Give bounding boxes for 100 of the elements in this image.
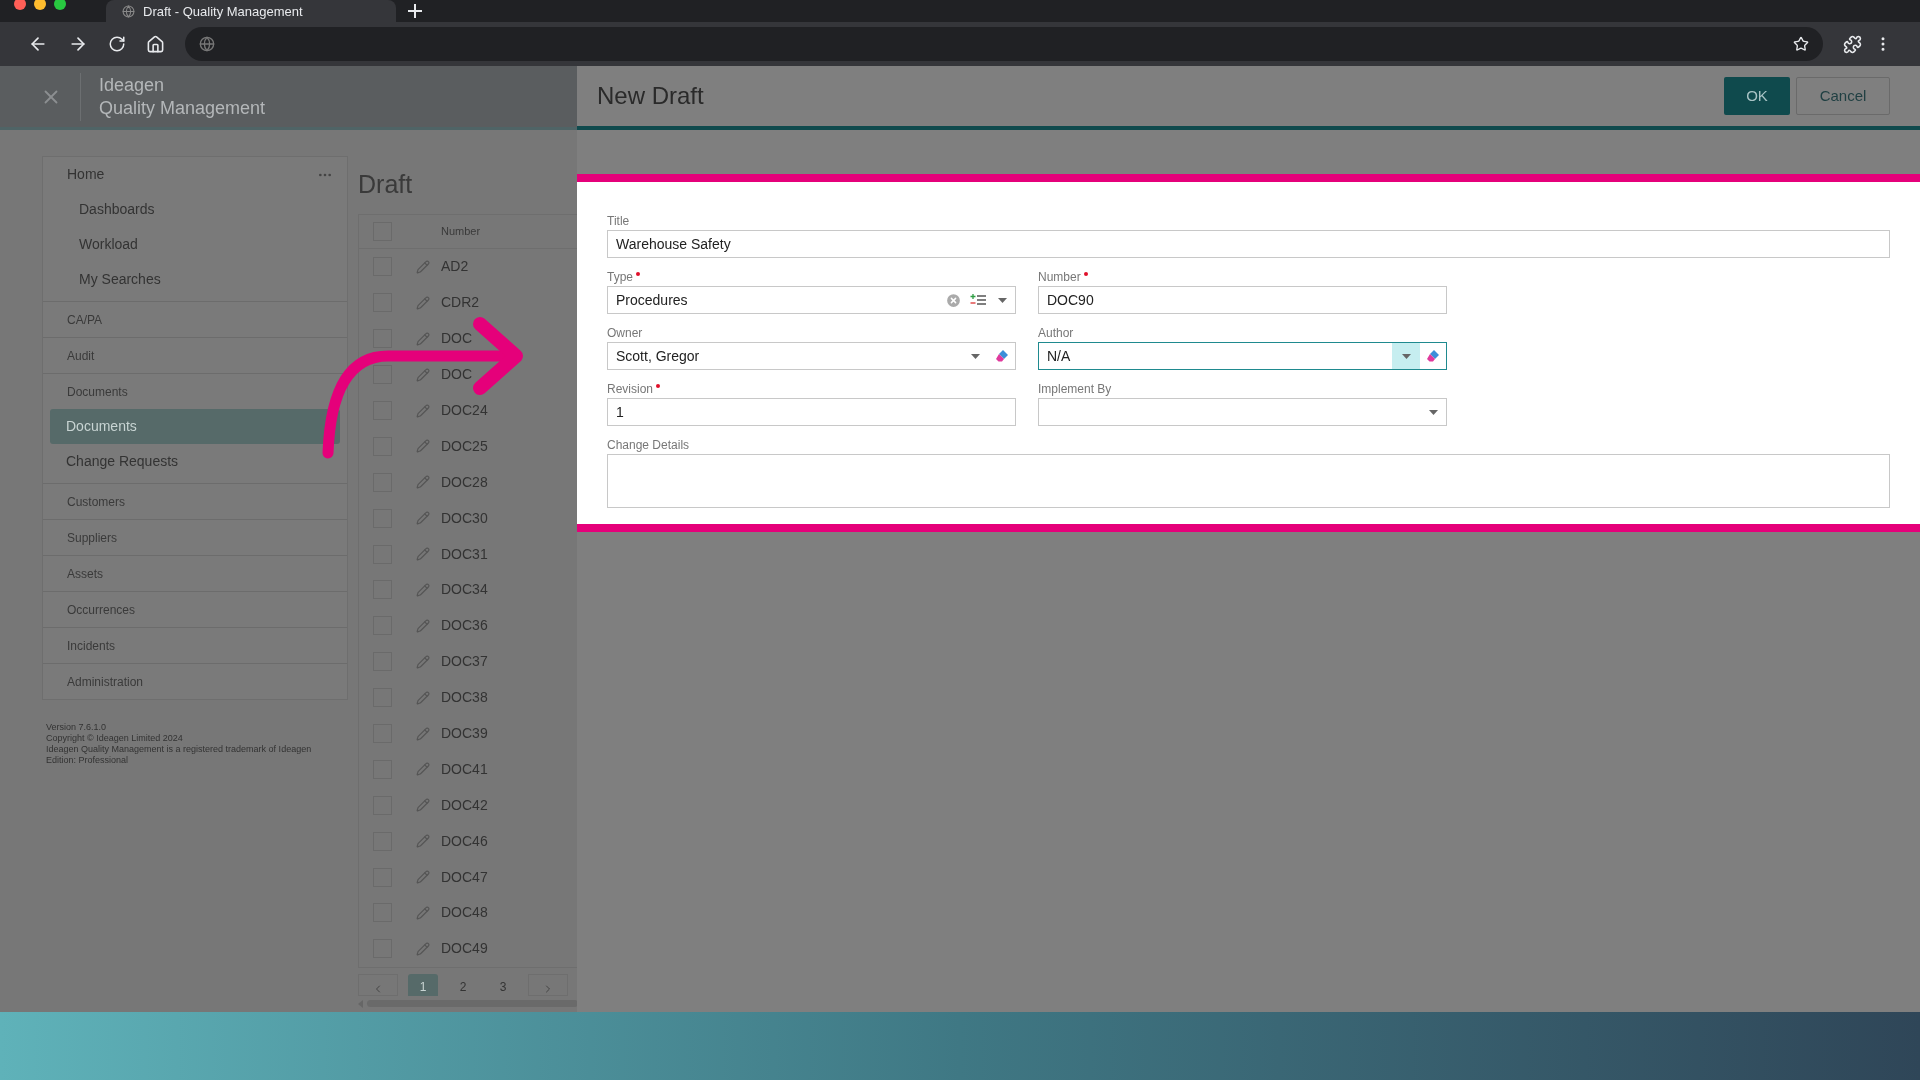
edit-icon[interactable] [416, 762, 430, 777]
text-field[interactable]: Warehouse Safety [607, 230, 1890, 258]
table-cell-text: DOC25 [441, 436, 488, 456]
nav-subitem[interactable]: Workload [51, 227, 339, 262]
select-value: Procedures [616, 290, 689, 310]
minimize-window-icon[interactable] [34, 0, 46, 10]
edit-icon[interactable] [416, 870, 430, 885]
ok-button[interactable]: OK [1724, 77, 1790, 115]
edit-icon[interactable] [416, 259, 430, 274]
field-label: Revision [607, 381, 654, 398]
select-field[interactable] [1038, 398, 1447, 426]
nav-item[interactable]: Audit [67, 346, 95, 365]
nav-subitem[interactable]: Dashboards [51, 192, 339, 227]
text-area[interactable] [607, 454, 1890, 508]
table-cell-text: DOC30 [441, 508, 488, 528]
caret-icon [970, 353, 980, 359]
field-label: Type [607, 269, 633, 286]
table-cell-text: DOC28 [441, 472, 488, 492]
edit-icon[interactable] [416, 654, 430, 669]
home-icon[interactable] [146, 34, 165, 54]
caret-icon [998, 297, 1007, 303]
column-header[interactable]: Number [441, 223, 481, 240]
edit-icon[interactable] [416, 582, 430, 597]
edit-icon[interactable] [416, 403, 430, 418]
edit-icon[interactable] [416, 439, 430, 454]
table-cell-text: DOC39 [441, 724, 488, 743]
edit-icon[interactable] [416, 511, 430, 526]
horizontal-scrollbar[interactable] [358, 998, 577, 1009]
edit-icon[interactable] [416, 726, 430, 741]
product-name: Quality Management [99, 96, 266, 119]
next-page-button[interactable] [528, 973, 568, 996]
field-label: Number [1038, 269, 1081, 286]
nav-subitem[interactable]: Change Requests [50, 444, 340, 479]
field-label: Owner [607, 325, 643, 342]
nav-item[interactable]: Home [67, 164, 105, 185]
nav-item[interactable]: Customers [67, 492, 125, 511]
text-field[interactable]: DOC90 [1038, 286, 1447, 314]
checkbox[interactable] [372, 329, 392, 349]
edit-icon[interactable] [416, 798, 430, 813]
select-field[interactable]: N/A [1038, 342, 1447, 370]
select-value: Scott, Gregor [616, 346, 701, 366]
reload-icon[interactable] [108, 35, 126, 53]
clear-icon[interactable] [945, 291, 962, 309]
extensions-icon[interactable] [1843, 34, 1862, 54]
nav-item[interactable]: Administration [67, 672, 144, 691]
table-cell-text: DOC38 [441, 688, 488, 708]
select-field[interactable]: Procedures [607, 286, 1016, 314]
bookmark-star-icon[interactable] [1793, 36, 1809, 52]
field-label: Author [1038, 325, 1074, 342]
page-button[interactable]: 1 [408, 973, 438, 996]
table-cell-text: DOC48 [441, 903, 488, 923]
maximize-window-icon[interactable] [54, 0, 66, 10]
brand-logo: Ideagen [99, 74, 166, 97]
edit-icon[interactable] [416, 331, 430, 346]
table-cell-text: AD2 [441, 257, 469, 277]
edit-icon[interactable] [416, 547, 430, 562]
edit-icon[interactable] [416, 690, 430, 705]
edit-icon[interactable] [416, 941, 430, 956]
dialog-title: New Draft [597, 81, 704, 111]
checkbox[interactable] [372, 365, 392, 385]
globe-icon [199, 36, 215, 52]
text-field[interactable]: 1 [607, 398, 1016, 426]
nav-item[interactable]: Documents [67, 382, 128, 401]
edit-icon[interactable] [416, 367, 430, 382]
previous-page-button[interactable] [358, 973, 398, 996]
close-window-icon[interactable] [14, 0, 26, 10]
footer-text: Version 7.6.1.0 [46, 722, 108, 733]
nav-subitem[interactable]: My Searches [51, 262, 339, 297]
field-label: Change Details [607, 437, 690, 454]
table-cell-text: DOC36 [441, 616, 488, 636]
nav-subitem[interactable]: Documents [50, 409, 340, 444]
nav-item[interactable]: Suppliers [67, 528, 118, 547]
footer-text: Edition: Professional [46, 755, 130, 766]
field-label: Title [607, 213, 630, 230]
field-label: Implement By [1038, 381, 1112, 398]
nav-item[interactable]: Assets [67, 564, 103, 583]
edit-icon[interactable] [416, 475, 430, 490]
edit-icon[interactable] [416, 834, 430, 849]
nav-item[interactable]: Incidents [67, 636, 116, 655]
page-button[interactable]: 3 [488, 973, 518, 996]
edit-icon[interactable] [416, 618, 430, 633]
new-tab-icon[interactable] [408, 4, 422, 18]
nav-item[interactable]: Occurrences [67, 600, 136, 619]
globe-icon [122, 4, 135, 18]
table-cell-text: DOC49 [441, 939, 488, 959]
page-button[interactable]: 2 [448, 973, 478, 996]
add-list-icon[interactable] [970, 294, 986, 306]
eraser-icon[interactable] [995, 349, 1009, 363]
eraser-icon[interactable] [1426, 349, 1440, 363]
cancel-button[interactable]: Cancel [1796, 77, 1890, 115]
table-cell-text: DOC24 [441, 401, 488, 420]
nav-item[interactable]: CA/PA [67, 310, 103, 329]
edit-icon[interactable] [416, 295, 430, 310]
table-cell-text: DOC31 [441, 544, 488, 564]
table-cell-text: DOC42 [441, 795, 488, 815]
table-cell-text: DOC41 [441, 759, 488, 779]
browser-tab[interactable]: Draft - Quality Management [106, 0, 396, 22]
select-field[interactable]: Scott, Gregor [607, 342, 1016, 370]
list-title: Draft [358, 169, 414, 200]
edit-icon[interactable] [416, 905, 430, 920]
